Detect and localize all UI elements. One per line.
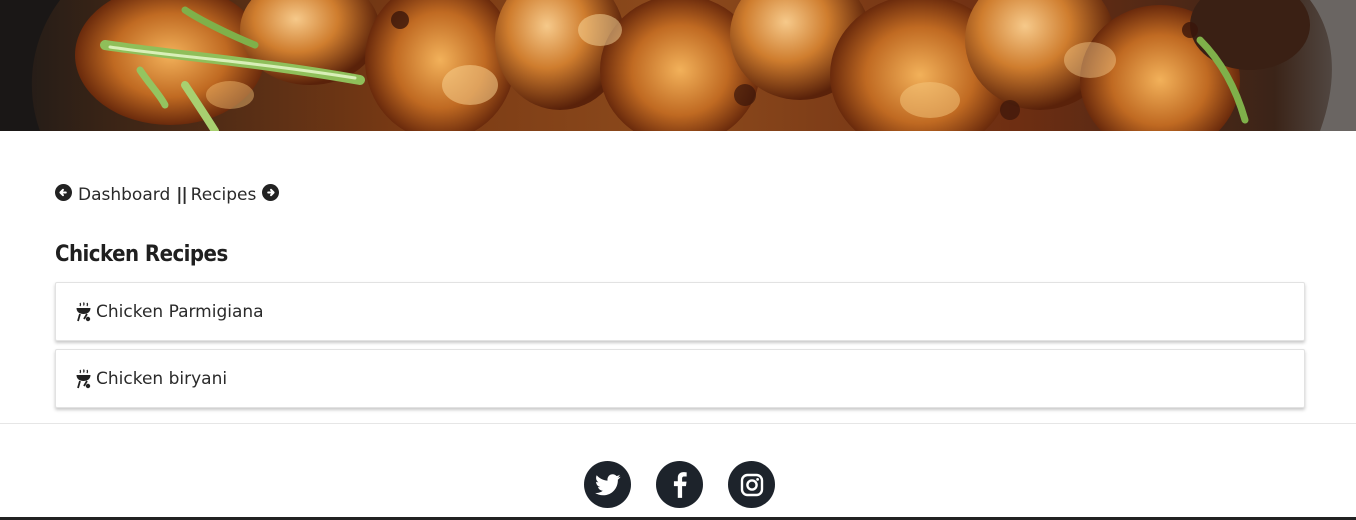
- dashboard-link[interactable]: Dashboard: [78, 185, 170, 205]
- forward-link[interactable]: [262, 184, 280, 206]
- arrow-circle-left-icon[interactable]: [55, 184, 72, 201]
- twitter-button[interactable]: [584, 461, 631, 508]
- hero-banner: [0, 0, 1356, 131]
- recipe-label: Chicken biryani: [96, 368, 228, 389]
- hero-food-image: [0, 0, 1356, 131]
- recipes-link[interactable]: Recipes: [191, 185, 257, 205]
- social-links: [584, 461, 775, 508]
- facebook-icon: [673, 471, 687, 498]
- page-title: Chicken Recipes: [55, 242, 228, 267]
- recipe-card-chicken-biryani[interactable]: Chicken biryani: [55, 349, 1305, 408]
- grill-icon: [76, 368, 91, 388]
- instagram-icon: [740, 473, 763, 496]
- back-link[interactable]: [55, 184, 72, 206]
- grill-icon: [76, 301, 91, 321]
- facebook-button[interactable]: [656, 461, 703, 508]
- twitter-icon: [594, 473, 621, 495]
- breadcrumb: Dashboard || Recipes: [55, 184, 280, 206]
- footer: [0, 423, 1356, 520]
- instagram-button[interactable]: [728, 461, 775, 508]
- breadcrumb-separator: ||: [176, 185, 187, 205]
- recipe-label: Chicken Parmigiana: [96, 301, 264, 322]
- recipe-list: Chicken Parmigiana Chicken biryani: [55, 282, 1305, 416]
- arrow-circle-right-icon[interactable]: [262, 184, 280, 201]
- recipe-card-chicken-parmigiana[interactable]: Chicken Parmigiana: [55, 282, 1305, 341]
